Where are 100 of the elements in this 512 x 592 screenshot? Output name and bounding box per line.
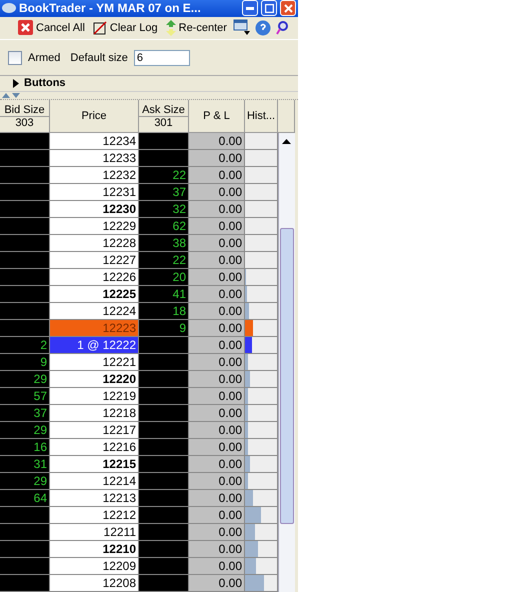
ask-size-cell[interactable]: 62 xyxy=(139,218,189,236)
price-cell[interactable]: 12209 xyxy=(50,558,139,576)
ask-size-cell[interactable] xyxy=(139,507,189,524)
search-icon[interactable] xyxy=(274,20,289,36)
bid-size-cell[interactable]: 2 xyxy=(0,337,50,354)
ask-size-cell[interactable] xyxy=(139,388,189,406)
price-cell[interactable]: 12218 xyxy=(50,405,139,422)
toolbar-button[interactable]: Clear Log xyxy=(90,20,160,35)
bid-size-cell[interactable]: 31 xyxy=(0,456,50,474)
price-cell[interactable]: 12230 xyxy=(50,201,139,218)
minimize-button[interactable] xyxy=(242,0,258,16)
ask-size-cell[interactable] xyxy=(139,371,189,388)
ask-size-cell[interactable] xyxy=(139,456,189,474)
bid-size-cell[interactable] xyxy=(0,252,50,270)
bid-size-cell[interactable]: 29 xyxy=(0,422,50,440)
column-header[interactable]: P & L xyxy=(189,100,245,134)
ask-size-cell[interactable] xyxy=(139,490,189,508)
bid-size-cell[interactable]: 57 xyxy=(0,388,50,406)
price-cell[interactable]: 12221 xyxy=(50,354,139,372)
price-cell[interactable]: 12211 xyxy=(50,524,139,542)
column-header[interactable]: Bid Size 303 xyxy=(0,100,50,134)
toolbar-button[interactable]: Re-center xyxy=(164,20,229,36)
bid-size-cell[interactable]: 64 xyxy=(0,490,50,508)
bid-size-cell[interactable] xyxy=(0,286,50,304)
bid-size-cell[interactable] xyxy=(0,201,50,218)
price-cell[interactable]: 12229 xyxy=(50,218,139,236)
scrollbar[interactable] xyxy=(278,133,295,592)
bid-size-cell[interactable] xyxy=(0,558,50,576)
bid-size-cell[interactable] xyxy=(0,167,50,184)
ask-size-cell[interactable] xyxy=(139,473,189,490)
price-cell[interactable]: 12210 xyxy=(50,541,139,558)
bid-size-cell[interactable] xyxy=(0,150,50,168)
column-header[interactable]: Ask Size 301 xyxy=(139,100,189,134)
price-cell[interactable]: 12228 xyxy=(50,235,139,252)
ask-size-cell[interactable]: 38 xyxy=(139,235,189,252)
default-size-field[interactable]: 6 xyxy=(134,50,190,66)
column-header[interactable]: Hist... xyxy=(245,100,278,134)
ask-size-cell[interactable] xyxy=(139,354,189,372)
price-cell[interactable]: 12216 xyxy=(50,439,139,456)
price-cell[interactable]: 12225 xyxy=(50,286,139,304)
price-cell[interactable]: 12219 xyxy=(50,388,139,406)
close-button[interactable] xyxy=(280,0,296,16)
ask-size-cell[interactable]: 22 xyxy=(139,167,189,184)
bid-size-cell[interactable] xyxy=(0,524,50,542)
price-cell[interactable]: 12217 xyxy=(50,422,139,440)
ask-size-cell[interactable] xyxy=(139,150,189,168)
help-icon[interactable] xyxy=(254,20,271,36)
maximize-button[interactable] xyxy=(261,0,277,16)
bid-size-cell[interactable] xyxy=(0,218,50,236)
price-cell[interactable]: 12232 xyxy=(50,167,139,184)
ask-size-cell[interactable] xyxy=(139,558,189,576)
ask-size-cell[interactable]: 22 xyxy=(139,252,189,270)
scroll-up-icon[interactable] xyxy=(282,139,291,144)
price-cell[interactable]: 12234 xyxy=(50,133,139,150)
ask-size-cell[interactable] xyxy=(139,422,189,440)
bid-size-cell[interactable] xyxy=(0,133,50,150)
price-cell[interactable]: 12212 xyxy=(50,507,139,524)
ask-size-cell[interactable] xyxy=(139,405,189,422)
ask-size-cell[interactable]: 18 xyxy=(139,303,189,320)
bid-size-cell[interactable]: 9 xyxy=(0,354,50,372)
bid-size-cell[interactable]: 16 xyxy=(0,439,50,456)
bid-size-cell[interactable]: 37 xyxy=(0,405,50,422)
bid-size-cell[interactable]: 29 xyxy=(0,371,50,388)
bid-size-cell[interactable] xyxy=(0,235,50,252)
window-menu-icon[interactable] xyxy=(232,18,251,37)
ask-size-cell[interactable]: 20 xyxy=(139,269,189,286)
ask-size-cell[interactable]: 32 xyxy=(139,201,189,218)
price-cell[interactable]: 12214 xyxy=(50,473,139,490)
toolbar-button[interactable]: Cancel All xyxy=(16,20,87,36)
expand-icon[interactable] xyxy=(12,78,20,88)
bid-size-cell[interactable] xyxy=(0,303,50,320)
bid-size-cell[interactable] xyxy=(0,575,50,592)
ask-size-cell[interactable] xyxy=(139,133,189,150)
bid-size-cell[interactable] xyxy=(0,269,50,286)
bid-size-cell[interactable]: 29 xyxy=(0,473,50,490)
price-cell[interactable]: 12213 xyxy=(50,490,139,508)
ask-size-cell[interactable]: 41 xyxy=(139,286,189,304)
price-cell[interactable]: 12227 xyxy=(50,252,139,270)
price-cell[interactable]: 12233 xyxy=(50,150,139,168)
ask-size-cell[interactable]: 37 xyxy=(139,184,189,202)
bid-size-cell[interactable] xyxy=(0,507,50,524)
price-cell[interactable]: 12220 xyxy=(50,371,139,388)
bid-size-cell[interactable] xyxy=(0,541,50,558)
price-cell[interactable]: 1 @ 12222 xyxy=(50,337,139,354)
bid-size-cell[interactable] xyxy=(0,184,50,202)
splitter-arrows-icon[interactable] xyxy=(2,92,20,98)
price-cell[interactable]: 12224 xyxy=(50,303,139,320)
price-cell[interactable]: 12231 xyxy=(50,184,139,202)
ask-size-cell[interactable] xyxy=(139,439,189,456)
ask-size-cell[interactable]: 9 xyxy=(139,320,189,338)
price-cell[interactable]: 12208 xyxy=(50,575,139,592)
ask-size-cell[interactable] xyxy=(139,524,189,542)
price-cell[interactable]: 12215 xyxy=(50,456,139,474)
ask-size-cell[interactable] xyxy=(139,337,189,354)
armed-checkbox[interactable] xyxy=(8,51,22,66)
bid-size-cell[interactable] xyxy=(0,320,50,338)
column-header[interactable]: Price xyxy=(50,100,139,134)
price-cell[interactable]: 12226 xyxy=(50,269,139,286)
ask-size-cell[interactable] xyxy=(139,541,189,558)
ask-size-cell[interactable] xyxy=(139,575,189,592)
